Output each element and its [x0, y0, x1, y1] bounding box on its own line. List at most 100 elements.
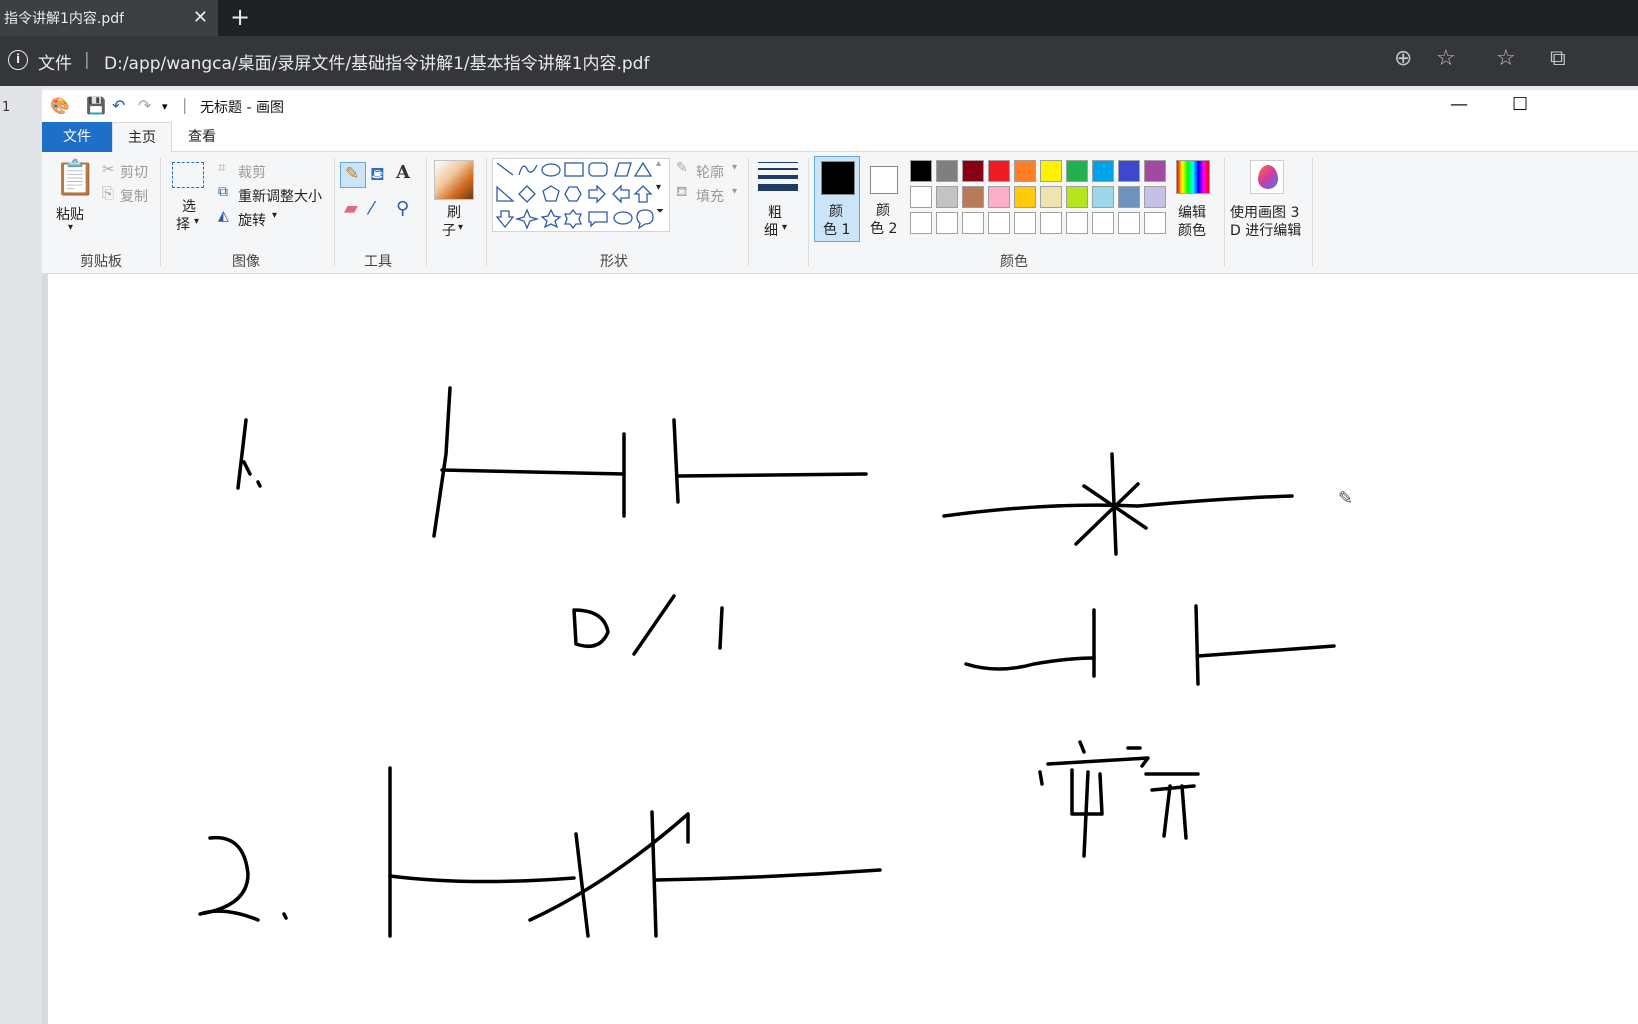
select-dropdown-icon[interactable]: ▾ — [194, 216, 199, 227]
save-icon[interactable]: 💾 — [86, 96, 106, 115]
zoom-icon[interactable]: ⊕ — [1394, 46, 1412, 71]
select-button-line1[interactable]: 选 — [182, 196, 196, 216]
collections-icon[interactable]: ⧉ — [1550, 46, 1566, 71]
palette-swatch[interactable] — [962, 160, 984, 182]
fill-bucket-icon[interactable]: ⛾ — [370, 164, 385, 188]
favorites-icon[interactable]: ☆ — [1496, 46, 1516, 71]
palette-swatch[interactable] — [1144, 186, 1166, 208]
tab-file[interactable]: 文件 — [42, 122, 112, 152]
paint-3d-icon[interactable] — [1250, 160, 1284, 194]
palette-swatch[interactable] — [936, 212, 958, 234]
palette-swatch[interactable] — [910, 160, 932, 182]
edit-colors-line1[interactable]: 编辑 — [1178, 202, 1206, 222]
brush-icon[interactable] — [434, 160, 474, 200]
palette-swatch[interactable] — [1066, 160, 1088, 182]
palette-swatch[interactable] — [1066, 212, 1088, 234]
palette-swatch[interactable] — [1014, 160, 1036, 182]
paint-app-icon[interactable]: 🎨 — [50, 96, 70, 115]
magnifier-icon[interactable]: ⚲ — [396, 198, 409, 219]
drawing-canvas[interactable]: ✎ — [42, 274, 1638, 1024]
canvas-drawing[interactable]: ✎ — [48, 274, 1638, 1024]
color-2-button[interactable]: 颜 色 2 — [864, 156, 908, 242]
palette-swatch[interactable] — [1040, 212, 1062, 234]
outline-dropdown-icon[interactable]: ▾ — [732, 162, 737, 173]
size-icon[interactable] — [758, 162, 798, 191]
palette-swatch[interactable] — [1092, 186, 1114, 208]
maximize-icon[interactable]: ☐ — [1512, 94, 1528, 115]
minimize-icon[interactable]: — — [1450, 94, 1468, 115]
close-tab-icon[interactable]: ✕ — [193, 7, 208, 28]
undo-icon[interactable]: ↶ — [112, 96, 125, 115]
text-tool-icon[interactable]: A — [396, 162, 410, 183]
brushes-button-line1[interactable]: 刷 — [447, 202, 461, 222]
color-1-button[interactable]: 颜 色 1 — [814, 156, 860, 242]
paint-3d-line1[interactable]: 使用画图 3 — [1230, 202, 1299, 222]
palette-swatch[interactable] — [936, 186, 958, 208]
brushes-dropdown-icon[interactable]: ▾ — [458, 222, 463, 233]
rotate-dropdown-icon[interactable]: ▾ — [272, 210, 277, 221]
palette-swatch[interactable] — [1144, 160, 1166, 182]
select-icon[interactable] — [172, 162, 204, 188]
palette-swatch[interactable] — [1144, 212, 1166, 234]
palette-swatch[interactable] — [1014, 186, 1036, 208]
tab-view[interactable]: 查看 — [174, 122, 230, 152]
shapes-gallery[interactable] — [492, 158, 670, 232]
palette-swatch[interactable] — [910, 212, 932, 234]
new-tab-icon[interactable]: + — [230, 3, 250, 31]
palette-swatch[interactable] — [1066, 186, 1088, 208]
fill-dropdown-icon[interactable]: ▾ — [732, 186, 737, 197]
cut-icon[interactable]: ✂ — [102, 160, 115, 178]
address-url[interactable]: D:/app/wangca/桌面/录屏文件/基础指令讲解1/基本指令讲解1内容.… — [104, 49, 649, 74]
crop-icon[interactable]: ⌗ — [218, 160, 226, 176]
tab-home[interactable]: 主页 — [112, 122, 172, 152]
eraser-icon[interactable]: ▰ — [344, 198, 358, 219]
resize-icon[interactable]: ⧉ — [218, 184, 228, 200]
palette-swatch[interactable] — [988, 186, 1010, 208]
shapes-expand-icon[interactable]: ⏷ — [656, 206, 664, 217]
size-button-line1[interactable]: 粗 — [768, 202, 782, 222]
edit-colors-line2[interactable]: 颜色 — [1178, 220, 1206, 240]
palette-swatch[interactable] — [988, 160, 1010, 182]
palette-swatch[interactable] — [1118, 186, 1140, 208]
edit-colors-icon[interactable] — [1176, 160, 1210, 194]
pencil-tool-selected[interactable]: ✎ — [340, 162, 366, 188]
palette-swatch[interactable] — [1040, 186, 1062, 208]
resize-button[interactable]: 重新调整大小 — [238, 186, 322, 206]
size-button-line2[interactable]: 细 — [764, 220, 778, 240]
brushes-button-line2[interactable]: 子 — [442, 220, 456, 240]
select-button-line2[interactable]: 择 — [176, 214, 190, 234]
paste-icon[interactable]: 📋 — [54, 158, 96, 198]
rotate-button[interactable]: 旋转 — [238, 210, 266, 230]
outline-button[interactable]: 轮廓 — [696, 162, 724, 182]
crop-button[interactable]: 裁剪 — [238, 162, 266, 182]
copy-button[interactable]: 复制 — [120, 186, 148, 206]
outline-icon[interactable]: ✎ — [676, 160, 688, 176]
palette-swatch[interactable] — [910, 186, 932, 208]
palette-swatch[interactable] — [1092, 160, 1114, 182]
redo-icon[interactable]: ↷ — [138, 96, 151, 115]
paint-3d-line2[interactable]: D 进行编辑 — [1230, 220, 1301, 240]
size-dropdown-icon[interactable]: ▾ — [782, 222, 787, 233]
palette-swatch[interactable] — [1040, 160, 1062, 182]
add-favorite-icon[interactable]: ☆ — [1436, 46, 1456, 71]
palette-swatch[interactable] — [1014, 212, 1036, 234]
fill-button[interactable]: 填充 — [696, 186, 724, 206]
palette-swatch[interactable] — [1118, 212, 1140, 234]
cut-button[interactable]: 剪切 — [120, 162, 148, 182]
paste-dropdown-icon[interactable]: ▾ — [68, 222, 73, 233]
copy-icon[interactable]: ⎘ — [102, 184, 114, 202]
palette-swatch[interactable] — [988, 212, 1010, 234]
palette-swatch[interactable] — [936, 160, 958, 182]
paste-button[interactable]: 粘贴 — [56, 204, 84, 224]
palette-swatch[interactable] — [1118, 160, 1140, 182]
customize-toolbar-icon[interactable]: ▾ — [162, 100, 168, 113]
color-picker-icon[interactable]: ⁄ — [370, 198, 373, 219]
info-icon[interactable]: i — [8, 50, 28, 70]
palette-swatch[interactable] — [962, 186, 984, 208]
palette-swatch[interactable] — [1092, 212, 1114, 234]
fill-icon[interactable]: ⛾ — [676, 184, 687, 202]
shapes-scroll-up-icon[interactable]: ▴ — [656, 158, 661, 169]
shapes-scroll-down-icon[interactable]: ▾ — [656, 182, 661, 193]
palette-swatch[interactable] — [962, 212, 984, 234]
browser-tab[interactable]: 指令讲解1内容.pdf ✕ — [0, 0, 218, 36]
